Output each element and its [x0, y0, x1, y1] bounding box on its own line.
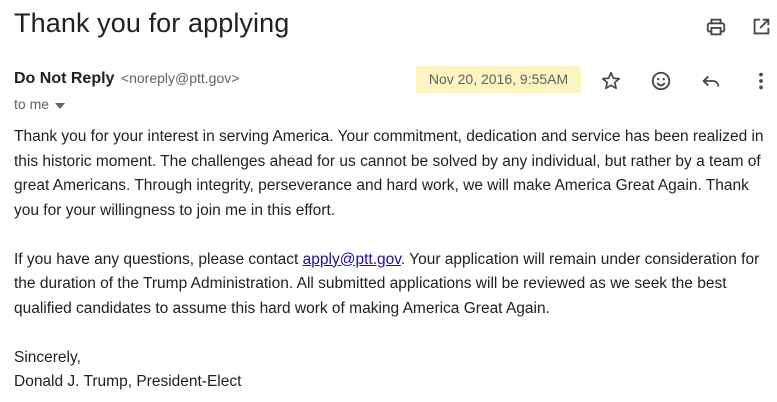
recipient-row[interactable]: to me: [14, 96, 66, 112]
print-icon: [705, 16, 727, 38]
print-button[interactable]: [701, 12, 731, 42]
body-paragraph: If you have any questions, please contac…: [14, 250, 760, 317]
open-in-new-window-button[interactable]: [746, 12, 776, 42]
signature-text: Donald J. Trump, President-Elect: [14, 373, 242, 390]
more-options-icon: [750, 70, 772, 92]
email-date: Nov 20, 2016, 9:55AM: [416, 66, 581, 93]
contact-email-link[interactable]: apply@ptt.gov: [303, 251, 401, 268]
star-button[interactable]: [596, 66, 626, 96]
chevron-down-icon[interactable]: [55, 96, 66, 112]
reply-icon: [700, 70, 722, 92]
more-options-button[interactable]: [746, 66, 776, 96]
emoji-reaction-button[interactable]: [646, 66, 676, 96]
body-paragraph: Thank you for your interest in serving A…: [14, 128, 764, 219]
recipient-label: to me: [14, 96, 50, 112]
star-icon: [600, 70, 622, 92]
email-body: Thank you for your interest in serving A…: [14, 125, 772, 395]
sender-info: Do Not Reply <noreply@ptt.gov>: [14, 70, 239, 92]
reply-button[interactable]: [696, 66, 726, 96]
open-in-new-window-icon: [750, 16, 772, 38]
sender-name[interactable]: Do Not Reply: [14, 70, 114, 87]
closing-text: Sincerely,: [14, 348, 81, 366]
signature-block: Sincerely, Donald J. Trump, President-El…: [14, 346, 772, 395]
sender-email: <noreply@ptt.gov>: [120, 70, 240, 86]
emoji-reaction-icon: [650, 70, 672, 92]
email-subject: Thank you for applying: [14, 8, 290, 38]
